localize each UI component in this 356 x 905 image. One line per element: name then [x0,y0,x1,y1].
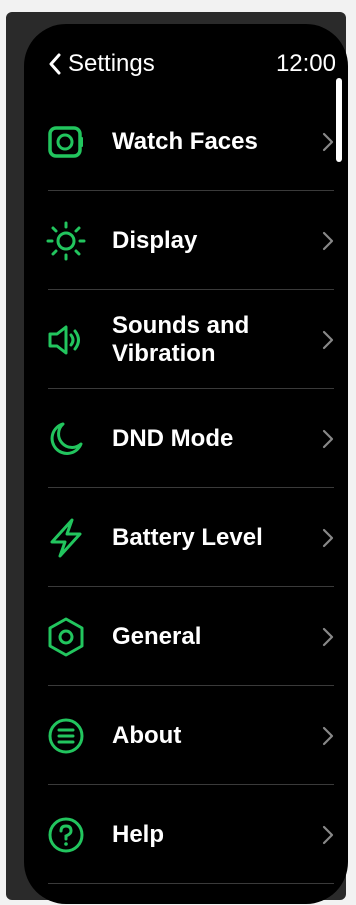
chevron-right-icon [322,330,334,349]
menu-item-general[interactable]: General [24,587,348,686]
menu-item-about[interactable]: About [24,686,348,785]
chevron-right-icon [322,429,334,448]
info-lines-icon [46,716,86,756]
chevron-right-icon [322,528,334,547]
menu-item-label: General [112,622,202,650]
watch-bezel: Settings 12:00 Watch Faces Display Sound… [6,12,348,904]
chevron-right-icon [322,132,334,151]
watch-face-icon [46,122,86,162]
menu-item-label: Watch Faces [112,127,258,155]
help-icon [46,815,86,855]
menu-item-watch-faces[interactable]: Watch Faces [24,92,348,191]
chevron-left-icon [49,53,61,75]
chevron-right-icon [322,627,334,646]
clock-time: 12:00 [275,50,336,77]
menu-item-label: Battery Level [112,523,263,551]
menu-item-label: Help [112,820,165,848]
chevron-right-icon [322,231,334,250]
hexagon-settings-icon [46,617,86,657]
moon-icon [46,419,86,459]
top-bar: Settings 12:00 [24,24,348,94]
menu-item-sounds-and-vibration[interactable]: Sounds and Vibration [24,290,348,389]
chevron-right-icon [322,825,334,844]
back-label: Settings [68,50,155,77]
menu-item-battery-level[interactable]: Battery Level [24,488,348,587]
speaker-icon [46,320,86,360]
lightning-icon [46,518,86,558]
menu-item-label: About [112,721,182,749]
chevron-right-icon [322,726,334,745]
menu-item-label: DND Mode [112,424,234,452]
watch-screen: Settings 12:00 Watch Faces Display Sound… [24,24,348,904]
back-button[interactable]: Settings [48,50,155,78]
menu-item-dnd-mode[interactable]: DND Mode [24,389,348,488]
sun-icon [46,221,86,261]
settings-list: Watch Faces Display Sounds and Vibration… [24,92,348,884]
menu-item-label: Sounds and Vibration [112,311,250,367]
menu-item-label: Display [112,226,198,254]
menu-item-help[interactable]: Help [24,785,348,884]
menu-item-display[interactable]: Display [24,191,348,290]
